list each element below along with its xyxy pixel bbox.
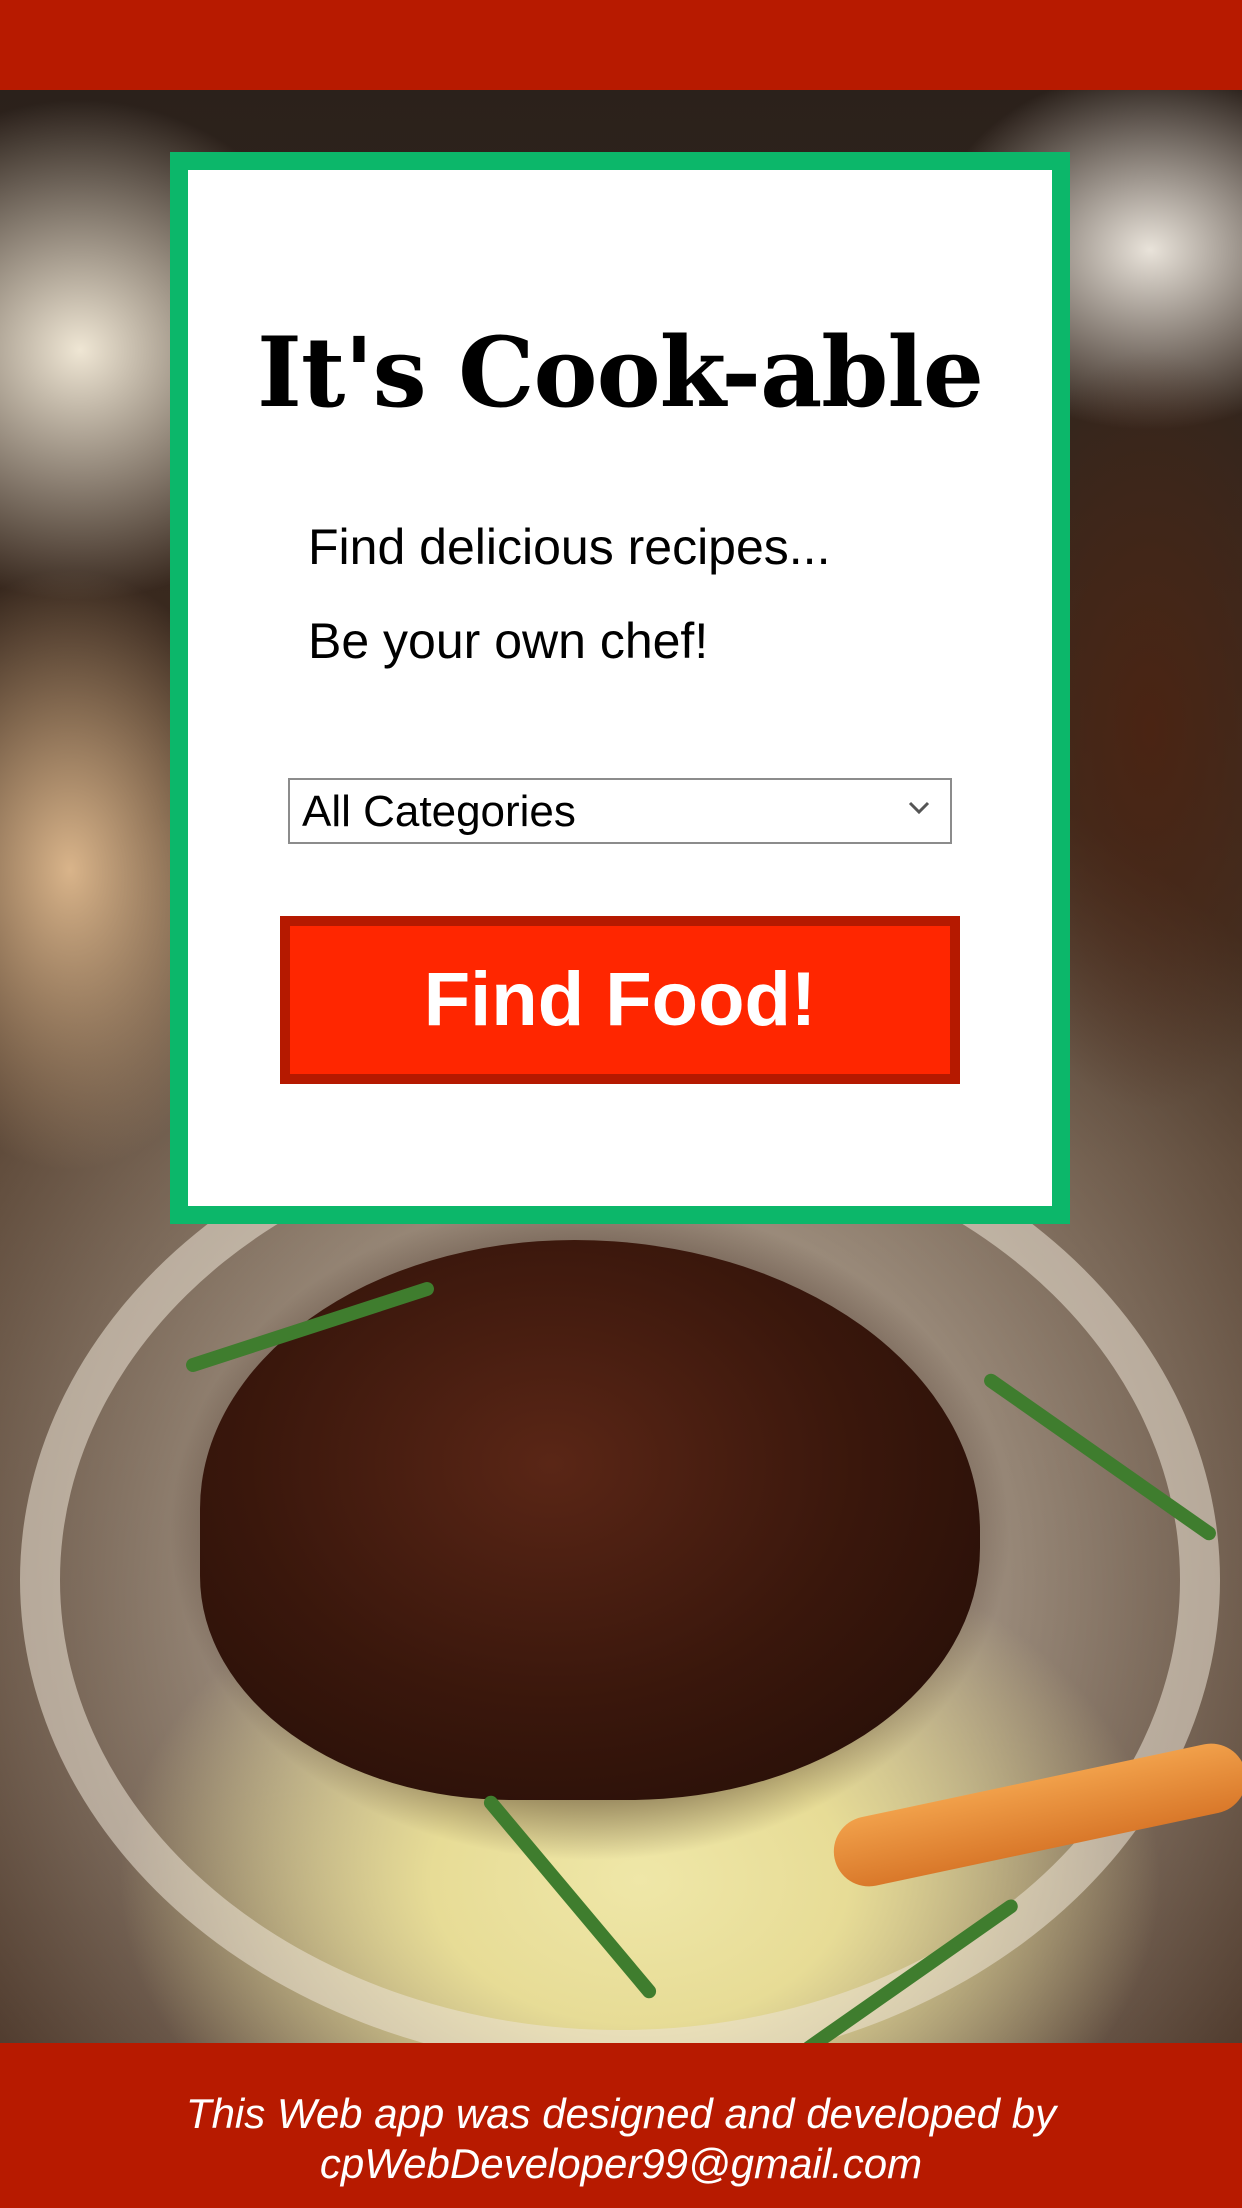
tagline-find-recipes: Find delicious recipes... — [308, 519, 831, 575]
footer-credit-text: This Web app was designed and developed … — [185, 2090, 1057, 2137]
category-select-value: All Categories — [302, 787, 576, 836]
search-card: It's Cook-able Find delicious recipes...… — [170, 152, 1070, 1224]
tagline-be-your-own-chef: Be your own chef! — [308, 613, 709, 669]
top-bar — [0, 0, 1242, 90]
find-food-button[interactable]: Find Food! — [280, 916, 960, 1084]
footer: This Web app was designed and developed … — [0, 2043, 1242, 2208]
app-title: It's Cook-able — [257, 316, 984, 429]
footer-email: cpWebDeveloper99@gmail.com — [319, 2140, 923, 2187]
chevron-down-icon — [904, 792, 934, 822]
category-select[interactable]: All Categories — [288, 778, 952, 844]
